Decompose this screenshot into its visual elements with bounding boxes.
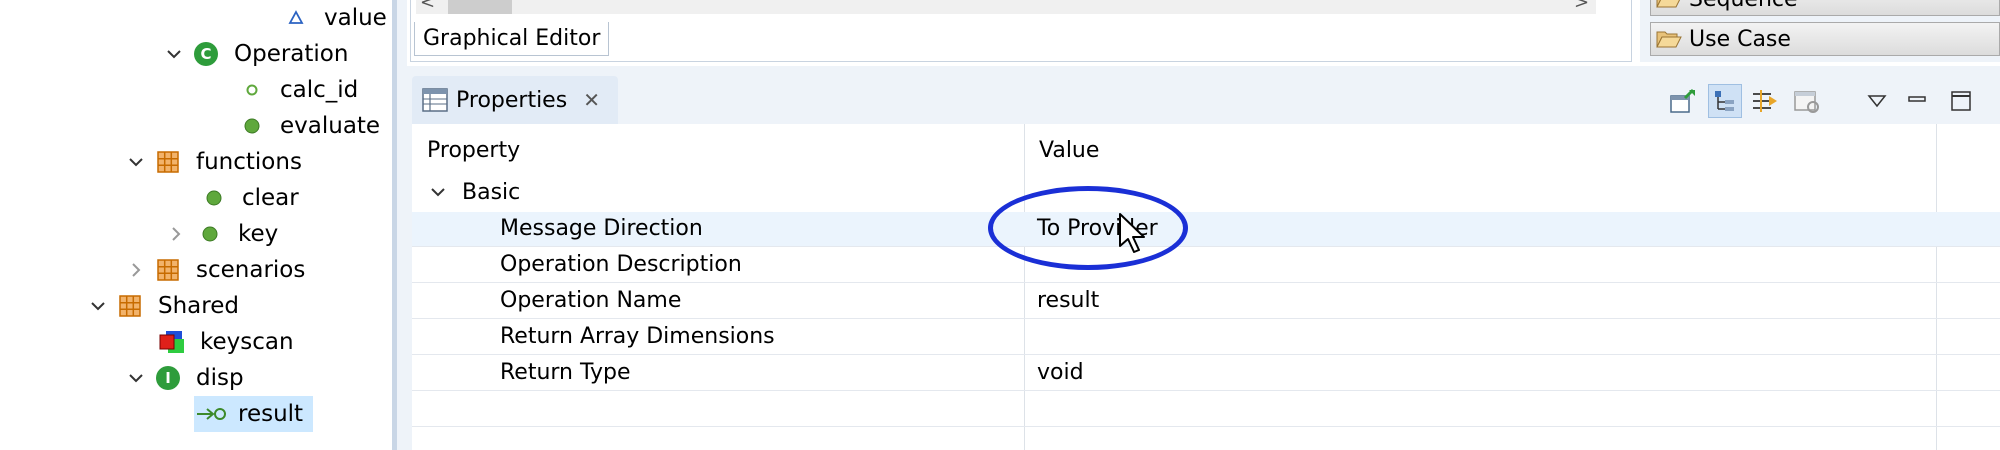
show-advanced-icon[interactable]: [1748, 84, 1782, 118]
palette-item-sequence[interactable]: Sequence: [1650, 0, 2000, 16]
svg-text:I: I: [165, 369, 171, 387]
tree-item-label: functions: [196, 149, 302, 175]
minimize-icon[interactable]: [1900, 84, 1934, 118]
tree-item-label: calc_id: [280, 77, 359, 103]
tree-item-scenarios[interactable]: scenarios: [124, 252, 311, 288]
property-value[interactable]: void: [1037, 360, 1084, 385]
operation-icon: [196, 216, 224, 252]
tree-item-label: disp: [196, 365, 244, 391]
component-icon: [158, 324, 186, 360]
column-header-property[interactable]: Property: [427, 138, 520, 163]
property-row[interactable]: Return Array Dimensions: [412, 320, 2000, 355]
property-row[interactable]: Operation Name result: [412, 284, 2000, 319]
palette-item-label: Use Case: [1689, 26, 1791, 52]
tree-item-label: clear: [242, 185, 299, 211]
property-name: Return Type: [500, 360, 631, 385]
tree-item-label: evaluate: [280, 113, 381, 139]
chevron-down-icon[interactable]: [124, 144, 148, 180]
interface-icon: I: [154, 360, 182, 396]
tab-properties[interactable]: Properties ✕: [412, 76, 618, 124]
tab-label: Properties: [456, 87, 568, 113]
horizontal-scrollbar[interactable]: [416, 0, 1596, 14]
svg-text:C: C: [200, 45, 211, 63]
restore-defaults-icon[interactable]: [1790, 84, 1824, 118]
palette-item-label: Sequence: [1689, 0, 1798, 12]
tree-item-shared[interactable]: Shared: [86, 288, 245, 324]
tree-item-label: Shared: [158, 293, 239, 319]
property-row[interactable]: Return Type void: [412, 356, 2000, 391]
chevron-right-icon[interactable]: [164, 216, 188, 252]
tree-item-disp[interactable]: I disp: [124, 360, 250, 396]
scrollbar-thumb[interactable]: [448, 0, 512, 14]
column-header-value[interactable]: Value: [1039, 138, 1099, 163]
scroll-right-icon[interactable]: >: [1574, 0, 1589, 13]
package-icon: [116, 288, 144, 324]
view-gutter: [397, 0, 407, 450]
tree-item-label: result: [238, 401, 304, 427]
maximize-icon[interactable]: [1944, 84, 1978, 118]
tree-item-value[interactable]: value: [282, 0, 393, 36]
tree-item-calc-id[interactable]: calc_id: [238, 72, 364, 108]
properties-icon: [422, 88, 448, 112]
property-name: Return Array Dimensions: [500, 324, 775, 349]
palette-item-use-case[interactable]: Use Case: [1650, 22, 2000, 56]
tab-graphical-editor[interactable]: Graphical Editor: [414, 22, 610, 56]
tree-item-key[interactable]: key: [164, 216, 284, 252]
tree-item-clear[interactable]: clear: [200, 180, 305, 216]
scroll-left-icon[interactable]: <: [420, 0, 435, 13]
tree-item-label: key: [238, 221, 279, 247]
chevron-down-icon[interactable]: [162, 36, 186, 72]
folder-open-icon: [1655, 0, 1683, 17]
tree-item-label: keyscan: [200, 329, 294, 355]
property-name: Message Direction: [500, 216, 703, 241]
show-categories-icon[interactable]: [1708, 84, 1742, 118]
property-name: Operation Name: [500, 288, 682, 313]
operation-icon: [200, 180, 228, 216]
package-icon: [154, 252, 182, 288]
tree-item-evaluate[interactable]: evaluate: [238, 108, 386, 144]
tree-item-functions[interactable]: functions: [124, 144, 308, 180]
group-row-basic[interactable]: Basic: [412, 176, 2000, 211]
pin-editor-icon[interactable]: [1666, 84, 1700, 118]
view-menu-icon[interactable]: [1860, 84, 1894, 118]
folder-open-icon: [1655, 21, 1683, 57]
tree-item-keyscan[interactable]: keyscan: [158, 324, 300, 360]
tab-label: Graphical Editor: [423, 26, 601, 51]
tree-item-label: Operation: [234, 41, 349, 67]
mouse-cursor-icon: [1118, 212, 1148, 262]
tree-item-label: value: [324, 5, 387, 31]
attribute-icon: [282, 0, 310, 36]
chevron-down-icon[interactable]: [86, 288, 110, 324]
property-row[interactable]: Operation Description: [412, 248, 2000, 283]
package-icon: [154, 144, 182, 180]
empty-row: [412, 392, 2000, 427]
property-value[interactable]: result: [1037, 288, 1099, 313]
group-label: Basic: [462, 180, 521, 205]
chevron-down-icon[interactable]: [428, 182, 448, 202]
property-row[interactable]: Message Direction To Provider: [412, 212, 2000, 247]
attribute-icon: [238, 72, 266, 108]
model-tree[interactable]: value C Operation calc_id evaluate funct…: [0, 0, 392, 450]
chevron-right-icon[interactable]: [124, 252, 148, 288]
tree-item-operation[interactable]: C Operation: [162, 36, 354, 72]
operation-icon: [238, 108, 266, 144]
tree-item-label: scenarios: [196, 257, 306, 283]
port-icon: [194, 396, 228, 432]
chevron-down-icon[interactable]: [124, 360, 148, 396]
class-icon: C: [192, 36, 220, 72]
tree-item-result[interactable]: result: [194, 396, 314, 432]
highlight-ellipse: [988, 186, 1188, 270]
close-icon[interactable]: ✕: [583, 88, 600, 112]
property-name: Operation Description: [500, 252, 742, 277]
